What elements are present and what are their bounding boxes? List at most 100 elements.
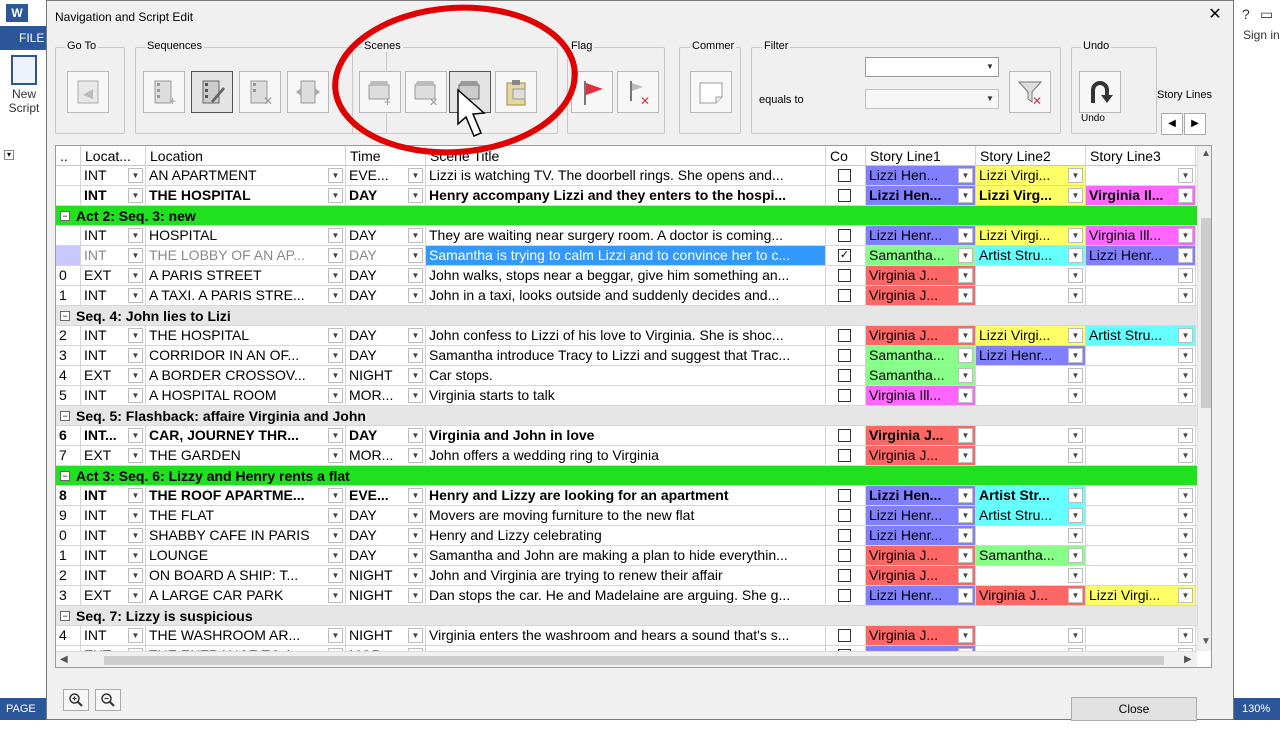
location-name[interactable]: THE GARDEN ▼ [146, 446, 346, 465]
chevron-down-icon[interactable]: ▼ [1068, 548, 1083, 563]
scene-title[interactable]: John walks, stops near a beggar, give hi… [426, 266, 826, 285]
scroll-left-icon[interactable]: ◀ [60, 654, 68, 665]
scene-title[interactable]: Lizzi is watching TV. The doorbell rings… [426, 166, 826, 185]
act-row[interactable]: − Act 3: Seq. 6: Lizzy and Henry rents a … [56, 466, 1197, 486]
story-line-1[interactable]: Lizzi Hen... ▼ [866, 486, 976, 505]
comment-check[interactable] [826, 426, 866, 445]
chevron-down-icon[interactable]: ▼ [1178, 288, 1193, 303]
chevron-down-icon[interactable]: ▼ [1068, 248, 1083, 263]
story-line-2[interactable]: Virginia J... ▼ [976, 586, 1086, 605]
time-of-day[interactable]: NIGHT ▼ [346, 586, 426, 605]
chevron-down-icon[interactable]: ▼ [1178, 168, 1193, 183]
location-name[interactable]: CAR, JOURNEY THR... ▼ [146, 426, 346, 445]
location-type[interactable]: INT ▼ [81, 566, 146, 585]
time-of-day[interactable]: DAY ▼ [346, 346, 426, 365]
sequence-row[interactable]: − Seq. 5: Flashback: affaire Virginia and… [56, 406, 1197, 426]
time-of-day[interactable]: DAY ▼ [346, 266, 426, 285]
chevron-down-icon[interactable]: ▼ [1178, 588, 1193, 603]
chevron-down-icon[interactable]: ▼ [408, 588, 423, 603]
story-line-1[interactable]: Lizzi Henr... ▼ [866, 226, 976, 245]
story-line-3[interactable]: ▼ [1086, 446, 1196, 465]
scene-title[interactable]: Virginia and John in love [426, 426, 826, 445]
undo-button[interactable] [1079, 71, 1121, 113]
scene-row[interactable]: 2 INT ▼ ON BOARD A SHIP: T... ▼ NIGHT ▼ John an… [56, 566, 1197, 586]
sequence-row[interactable]: − Seq. 7: Lizzy is suspicious [56, 606, 1197, 626]
chevron-down-icon[interactable]: ▼ [1068, 348, 1083, 363]
chevron-down-icon[interactable]: ▼ [128, 188, 143, 203]
comment-check[interactable] [826, 506, 866, 525]
story-line-3[interactable]: ▼ [1086, 266, 1196, 285]
story-line-3[interactable]: ▼ [1086, 166, 1196, 185]
chevron-down-icon[interactable]: ▼ [1178, 488, 1193, 503]
location-name[interactable]: A TAXI. A PARIS STRE... ▼ [146, 286, 346, 305]
story-line-3[interactable]: ▼ [1086, 566, 1196, 585]
comment-check[interactable] [826, 526, 866, 545]
time-of-day[interactable]: DAY ▼ [346, 326, 426, 345]
collapse-toggle-icon[interactable]: − [60, 611, 70, 621]
scene-title[interactable]: Dan stops the car. He and Madelaine are … [426, 586, 826, 605]
clear-filter-button[interactable]: ✕ [1009, 71, 1051, 113]
story-line-3[interactable]: ▼ [1086, 366, 1196, 385]
chevron-down-icon[interactable]: ▼ [128, 568, 143, 583]
story-line-3[interactable]: ▼ [1086, 386, 1196, 405]
scene-title[interactable]: Henry and Lizzy are looking for an apart… [426, 486, 826, 505]
comment-checkbox[interactable] [838, 369, 851, 382]
comment-check[interactable] [826, 386, 866, 405]
chevron-down-icon[interactable]: ▼ [1178, 328, 1193, 343]
chevron-down-icon[interactable]: ▼ [958, 388, 973, 403]
chevron-down-icon[interactable]: ▼ [1068, 368, 1083, 383]
story-line-2[interactable]: ▼ [976, 426, 1086, 445]
chevron-down-icon[interactable]: ▼ [1068, 188, 1083, 203]
story-line-1[interactable]: Virginia J... ▼ [866, 446, 976, 465]
location-type[interactable]: INT ▼ [81, 226, 146, 245]
filter-value-select[interactable]: ▼ [865, 89, 999, 109]
story-line-2[interactable]: Artist Str... ▼ [976, 486, 1086, 505]
scene-row[interactable]: 3 INT ▼ CORRIDOR IN AN OF... ▼ DAY ▼ Samantha i… [56, 346, 1197, 366]
chevron-down-icon[interactable]: ▼ [128, 368, 143, 383]
collapse-icon[interactable]: ▾ [4, 150, 14, 160]
story-line-2[interactable]: Lizzi Virgi... ▼ [976, 226, 1086, 245]
story-line-3[interactable]: Virginia Il... ▼ [1086, 186, 1196, 205]
comment-check[interactable] [826, 186, 866, 205]
location-name[interactable]: THE WASHROOM AR... ▼ [146, 626, 346, 645]
story-line-1[interactable]: Lizzi Henr... ▼ [866, 506, 976, 525]
vertical-scrollbar[interactable]: ▲ ▼ [1197, 146, 1211, 651]
story-line-2[interactable]: ▼ [976, 446, 1086, 465]
time-of-day[interactable]: EVE... ▼ [346, 486, 426, 505]
location-type[interactable]: EXT ▼ [81, 446, 146, 465]
zoom-out-button[interactable] [95, 689, 121, 711]
scene-row[interactable]: INT ▼ AN APARTMENT ▼ EVE... ▼ Lizzi is watchin… [56, 166, 1197, 186]
story-line-2[interactable]: ▼ [976, 386, 1086, 405]
story-line-2[interactable]: ▼ [976, 366, 1086, 385]
chevron-down-icon[interactable]: ▼ [128, 588, 143, 603]
comment-checkbox[interactable] [838, 329, 851, 342]
location-name[interactable]: LOUNGE ▼ [146, 546, 346, 565]
comment-check[interactable]: ✓ [826, 246, 866, 265]
delete-scene-button[interactable]: ✕ [405, 71, 447, 113]
comment-check[interactable] [826, 586, 866, 605]
location-type[interactable]: INT ▼ [81, 326, 146, 345]
chevron-down-icon[interactable]: ▼ [958, 228, 973, 243]
story-line-3[interactable]: ▼ [1086, 626, 1196, 645]
location-name[interactable]: ON BOARD A SHIP: T... ▼ [146, 566, 346, 585]
scene-row[interactable]: INT ▼ HOSPITAL ▼ DAY ▼ They are waiting near s… [56, 226, 1197, 246]
chevron-down-icon[interactable]: ▼ [128, 428, 143, 443]
chevron-down-icon[interactable]: ▼ [1068, 448, 1083, 463]
comment-check[interactable] [826, 546, 866, 565]
story-line-3[interactable]: ▼ [1086, 546, 1196, 565]
comment-check[interactable] [826, 166, 866, 185]
chevron-down-icon[interactable]: ▼ [328, 388, 343, 403]
chevron-down-icon[interactable]: ▼ [408, 268, 423, 283]
comment-check[interactable] [826, 266, 866, 285]
chevron-down-icon[interactable]: ▼ [1068, 288, 1083, 303]
column-header[interactable]: .. [56, 146, 81, 166]
chevron-down-icon[interactable]: ▼ [958, 488, 973, 503]
scene-title[interactable]: Samantha introduce Tracy to Lizzi and su… [426, 346, 826, 365]
story-line-3[interactable]: ▼ [1086, 286, 1196, 305]
chevron-down-icon[interactable]: ▼ [1178, 248, 1193, 263]
scene-title[interactable]: Virginia starts to talk [426, 386, 826, 405]
chevron-down-icon[interactable]: ▼ [1178, 428, 1193, 443]
chevron-down-icon[interactable]: ▼ [408, 348, 423, 363]
story-line-1[interactable]: Virginia J... ▼ [866, 546, 976, 565]
chevron-down-icon[interactable]: ▼ [1068, 428, 1083, 443]
